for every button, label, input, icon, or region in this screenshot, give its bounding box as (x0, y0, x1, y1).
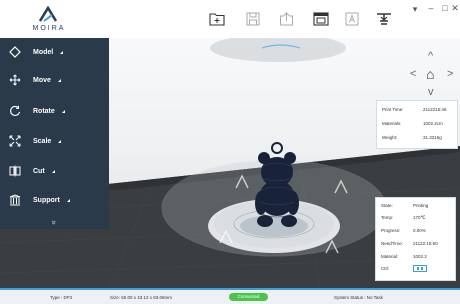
state-label: State: (381, 203, 393, 208)
cut-icon (7, 163, 23, 179)
text-tool-button[interactable] (342, 10, 362, 28)
sidebar-item-model[interactable]: Model (0, 38, 109, 66)
folder-open-icon (209, 13, 225, 26)
sidebar-item-move[interactable]: Move (0, 66, 109, 94)
window-menu-button[interactable]: ▾ (408, 4, 422, 14)
bottom-status-bar: Type : DF3 Size: 50.00 x 43.12 x 83.06mm… (0, 288, 460, 304)
material-value: 1002.2 (413, 254, 427, 259)
materials-value: 1002.2cm (423, 121, 443, 126)
print-icon (377, 13, 391, 25)
print-time-value: 2112215:46 (423, 107, 447, 112)
progress-label: Progress: (381, 228, 401, 233)
print-time-label: Print Time: (382, 107, 404, 112)
home-icon: ⌂ (426, 66, 435, 82)
sidebar-item-scale[interactable]: Scale (0, 127, 109, 155)
moira-slicer-window: MOIRA ▾ – □ ✕ ^ < ⌂ > v Model Move Rotat… (0, 0, 460, 304)
scale-icon (7, 133, 23, 149)
system-status: System Status : No Task (334, 295, 383, 300)
sidebar-item-label: Support (33, 196, 60, 204)
pause-bar-icon (421, 267, 423, 270)
left-tool-panel: Model Move Rotate Scale Cut Support » (0, 38, 109, 229)
export-button[interactable] (276, 10, 296, 28)
progress-value: 0.00% (413, 228, 426, 233)
materials-label: Materials: (382, 121, 402, 126)
nav-left-button[interactable]: < (410, 68, 416, 80)
sidebar-item-label: Model (33, 48, 54, 56)
sidebar-item-label: Cut (33, 167, 45, 175)
printer-status-panel: State: Printing Temp: 170℃ Progress: 0.0… (375, 197, 456, 281)
support-icon (7, 192, 23, 208)
caret-icon (57, 78, 61, 82)
print-info-panel: Print Time: 2112215:46 Materials: 1002.2… (376, 100, 458, 149)
temp-label: Temp: (381, 215, 394, 220)
top-toolbar: MOIRA ▾ – □ ✕ (0, 0, 460, 39)
weight-label: Weight: (382, 135, 398, 140)
temp-value: 170℃ (413, 215, 426, 220)
nav-up-button[interactable]: ^ (428, 50, 433, 62)
minimize-button[interactable]: – (424, 3, 438, 13)
open-file-button[interactable] (207, 10, 227, 28)
close-button[interactable]: ✕ (450, 3, 460, 13)
pause-bar-icon (417, 267, 419, 270)
sidebar-item-support[interactable]: Support (0, 186, 109, 214)
chevron-double-down-icon: » (49, 220, 59, 225)
state-value: Printing (413, 203, 429, 208)
logo-text: MOIRA (32, 25, 66, 32)
model-size: Size: 50.00 x 43.12 x 83.06mm (110, 295, 173, 300)
caret-icon (51, 169, 55, 173)
nav-down-button[interactable]: v (428, 86, 434, 98)
slice-button[interactable] (311, 10, 331, 28)
expand-panel-button[interactable]: » (0, 218, 109, 227)
caret-icon (60, 50, 64, 54)
weight-value: 31.3216g (423, 135, 442, 140)
caret-icon (61, 109, 65, 113)
caret-icon (66, 198, 70, 202)
connection-status-badge[interactable]: Connected (229, 293, 268, 301)
need-time-value: 21122:15:60 (413, 241, 438, 246)
moira-logo-icon (38, 6, 58, 22)
export-icon (279, 12, 293, 26)
sidebar-item-label: Rotate (33, 107, 55, 115)
caret-icon (58, 139, 62, 143)
sidebar-item-rotate[interactable]: Rotate (0, 97, 109, 125)
pause-resume-toggle[interactable] (413, 265, 427, 272)
cube-icon (7, 44, 23, 60)
save-icon (246, 12, 260, 26)
moira-logo: MOIRA (24, 6, 74, 36)
need-time-label: NeedTime: (381, 241, 403, 246)
save-button[interactable] (243, 10, 263, 28)
slice-icon (313, 12, 329, 26)
printer-type: Type : DF3 (50, 295, 73, 300)
home-view-button[interactable]: ⌂ (426, 66, 434, 82)
ctrl-label: Ctrl: (381, 266, 390, 271)
material-label: Material: (381, 254, 399, 259)
nav-right-button[interactable]: > (447, 68, 453, 80)
rotate-icon (7, 103, 23, 119)
print-button[interactable] (374, 10, 394, 28)
move-icon (7, 72, 23, 88)
sidebar-item-label: Scale (33, 137, 52, 145)
sidebar-item-cut[interactable]: Cut (0, 157, 109, 185)
text-icon (345, 12, 359, 26)
sidebar-item-label: Move (33, 76, 51, 84)
